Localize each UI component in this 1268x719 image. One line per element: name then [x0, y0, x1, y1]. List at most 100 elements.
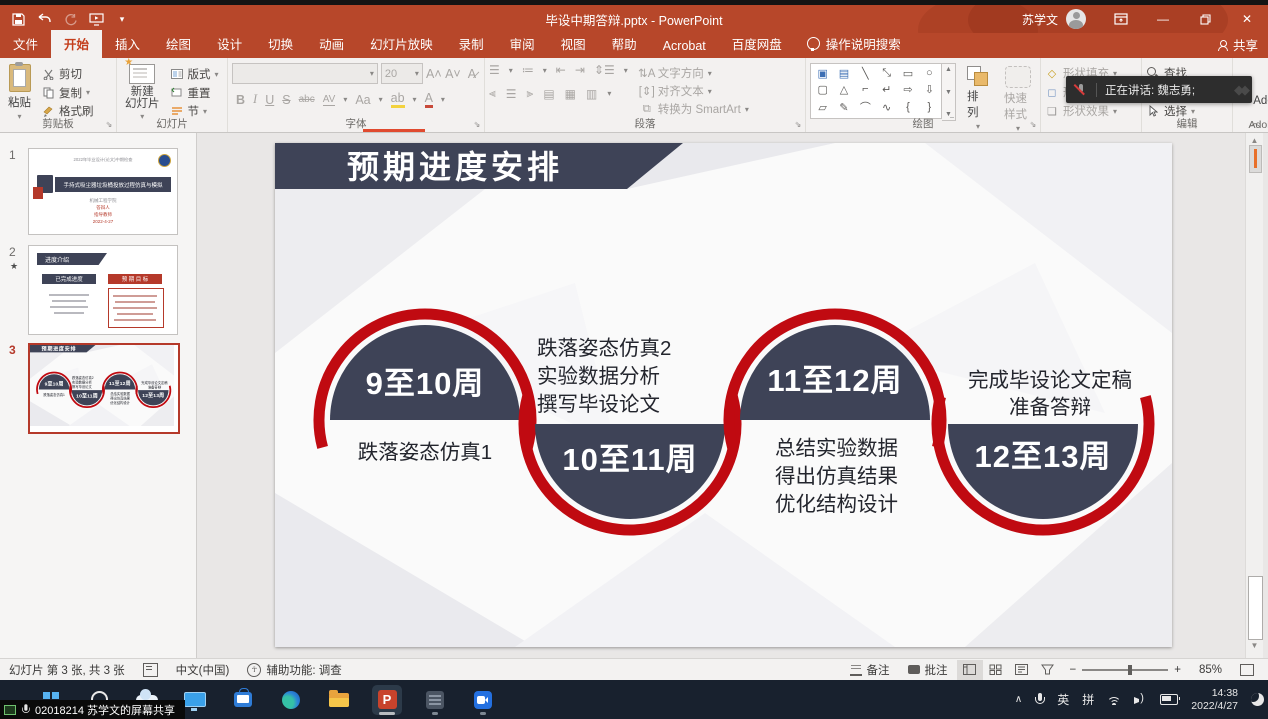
- share-button[interactable]: 共享: [1218, 35, 1258, 54]
- reading-view-button[interactable]: [1009, 660, 1035, 680]
- shape-effects-button[interactable]: ❏形状效果▾: [1045, 102, 1137, 120]
- shape-round-rect-icon[interactable]: ▢: [817, 83, 827, 96]
- shape-rect-icon[interactable]: ▭: [903, 67, 913, 80]
- focus-assist-moon-icon[interactable]: [1251, 693, 1264, 706]
- tab-animations[interactable]: 动画: [306, 30, 357, 58]
- tab-design[interactable]: 设计: [204, 30, 255, 58]
- distributed-button[interactable]: ▦: [565, 87, 576, 101]
- shape-freeform-icon[interactable]: ▱: [818, 101, 826, 114]
- shape-gallery-scrollbar[interactable]: ▲▼▼̲: [942, 63, 956, 121]
- tab-draw[interactable]: 绘图: [153, 30, 204, 58]
- volume-icon[interactable]: [1134, 694, 1147, 705]
- underline-button[interactable]: U: [265, 93, 274, 107]
- ime-pinyin-indicator[interactable]: 拼: [1082, 691, 1094, 708]
- shape-oval-icon[interactable]: ○: [926, 67, 933, 79]
- taskbar-meeting-app-button[interactable]: [468, 685, 498, 715]
- shape-right-arrow-icon[interactable]: ⇨: [903, 83, 912, 96]
- change-case-button[interactable]: Aa: [355, 93, 370, 107]
- zoom-slider[interactable]: [1082, 669, 1168, 671]
- align-center-button[interactable]: ☰: [506, 87, 517, 101]
- tray-microphone-icon[interactable]: [1035, 693, 1044, 706]
- shape-triangle-icon[interactable]: △: [840, 83, 848, 96]
- increase-font-icon[interactable]: A˄: [426, 67, 442, 81]
- tab-slideshow[interactable]: 幻灯片放映: [357, 30, 446, 58]
- justify-button[interactable]: ▤: [543, 87, 554, 101]
- account-name[interactable]: 苏学文: [1022, 11, 1058, 28]
- spell-check-button[interactable]: [134, 663, 167, 677]
- undo-icon[interactable]: [36, 11, 52, 27]
- text-direction-button[interactable]: ⇅A文字方向▾: [640, 64, 749, 82]
- scroll-down-icon[interactable]: ▼: [1248, 641, 1261, 650]
- collapse-ribbon-icon[interactable]: ︿: [1250, 114, 1260, 129]
- slide-number-indicator[interactable]: 幻灯片 第 3 张, 共 3 张: [0, 662, 134, 678]
- highlight-color-button[interactable]: ab: [391, 91, 405, 108]
- copy-button[interactable]: 复制▾: [41, 84, 94, 102]
- ime-english-indicator[interactable]: 英: [1057, 691, 1069, 708]
- scroll-marker[interactable]: [1249, 145, 1262, 173]
- text-shadow-button[interactable]: abc: [299, 94, 315, 105]
- tab-record[interactable]: 录制: [446, 30, 497, 58]
- align-left-button[interactable]: ⫷: [489, 86, 496, 101]
- font-color-button[interactable]: A: [425, 91, 433, 108]
- shape-elbow-arrow-icon[interactable]: ↵: [882, 83, 891, 96]
- font-name-combobox[interactable]: ▾: [232, 63, 378, 84]
- language-indicator[interactable]: 中文(中国): [167, 662, 239, 678]
- shape-arrow-icon[interactable]: ⤡: [882, 67, 891, 80]
- tab-transitions[interactable]: 切换: [255, 30, 306, 58]
- shape-brace-right-icon[interactable]: }: [927, 101, 931, 113]
- screen-share-banner[interactable]: 02018214 苏学文的屏幕共享: [0, 700, 185, 719]
- reset-button[interactable]: 重置: [170, 84, 219, 102]
- shape-elbow-icon[interactable]: ⌐: [862, 83, 868, 95]
- align-right-button[interactable]: ⫸: [527, 86, 534, 101]
- customize-qat-icon[interactable]: ▾: [114, 11, 130, 27]
- character-spacing-button[interactable]: AV: [323, 94, 336, 106]
- tab-review[interactable]: 审阅: [497, 30, 548, 58]
- shape-curve-icon[interactable]: ∿: [882, 101, 891, 114]
- fit-slide-button[interactable]: [1231, 664, 1268, 676]
- redo-icon[interactable]: [62, 11, 78, 27]
- decrease-font-icon[interactable]: A˅: [445, 67, 461, 81]
- clear-formatting-icon[interactable]: A̷: [464, 67, 480, 81]
- columns-button[interactable]: ▥: [586, 87, 597, 101]
- slide-thumbnail-2[interactable]: 进度介绍 已完成进度 预 期 目 标: [28, 245, 178, 335]
- increase-indent-button[interactable]: ⇥: [575, 63, 585, 77]
- tell-me-search[interactable]: 操作说明搜索: [795, 30, 913, 58]
- font-size-combobox[interactable]: 20▾: [381, 63, 423, 84]
- paste-button[interactable]: 粘贴▾: [4, 63, 35, 122]
- line-spacing-button[interactable]: ⇕☰: [594, 63, 615, 77]
- cut-button[interactable]: 剪切: [41, 65, 94, 83]
- comments-toggle[interactable]: 批注: [899, 662, 957, 678]
- taskbar-file-explorer-button[interactable]: [324, 685, 354, 715]
- zoom-in-button[interactable]: +: [1174, 664, 1190, 676]
- font-dialog-launcher[interactable]: ⇘: [472, 120, 482, 130]
- normal-view-button[interactable]: [957, 660, 983, 680]
- new-slide-button[interactable]: 新建 幻灯片▾: [121, 63, 164, 122]
- slide-sorter-view-button[interactable]: [983, 660, 1009, 680]
- current-slide[interactable]: [275, 143, 1172, 647]
- account-avatar[interactable]: [1066, 9, 1086, 29]
- taskbar-running-app-button[interactable]: [420, 685, 450, 715]
- tab-acrobat[interactable]: Acrobat: [650, 35, 719, 58]
- tab-view[interactable]: 视图: [548, 30, 599, 58]
- align-text-button[interactable]: [⇕]对齐文本▾: [640, 82, 749, 100]
- battery-icon[interactable]: [1160, 694, 1178, 705]
- italic-button[interactable]: I: [253, 92, 257, 107]
- clipboard-dialog-launcher[interactable]: ⇘: [104, 120, 114, 130]
- numbering-button[interactable]: ≔: [522, 63, 534, 77]
- decrease-indent-button[interactable]: ⇤: [556, 63, 566, 77]
- shape-arc-icon[interactable]: ⌒: [860, 99, 871, 115]
- shape-textbox-icon[interactable]: ▣: [817, 67, 827, 80]
- tab-file[interactable]: 文件: [0, 30, 51, 58]
- slideshow-view-button[interactable]: [1035, 660, 1061, 680]
- slide-thumbnail-3-selected[interactable]: [28, 343, 180, 434]
- tab-baidu-pan[interactable]: 百度网盘: [719, 30, 795, 58]
- ribbon-display-options-icon[interactable]: [1100, 5, 1142, 33]
- shape-brace-left-icon[interactable]: {: [906, 101, 910, 113]
- meeting-speaking-overlay[interactable]: 正在讲话: 魏志勇; ◆◆: [1066, 76, 1252, 103]
- accessibility-checker[interactable]: ☥辅助功能: 调查: [238, 662, 350, 678]
- bold-button[interactable]: B: [236, 93, 245, 107]
- taskbar-edge-button[interactable]: [276, 685, 306, 715]
- wifi-icon[interactable]: [1107, 695, 1121, 705]
- zoom-slider-knob[interactable]: [1128, 665, 1132, 675]
- slide-thumbnail-1[interactable]: 2022年毕业设计(论文)中期检查 手持式吸尘器垃圾桶投放过程仿真与模拟 机械工…: [28, 148, 178, 235]
